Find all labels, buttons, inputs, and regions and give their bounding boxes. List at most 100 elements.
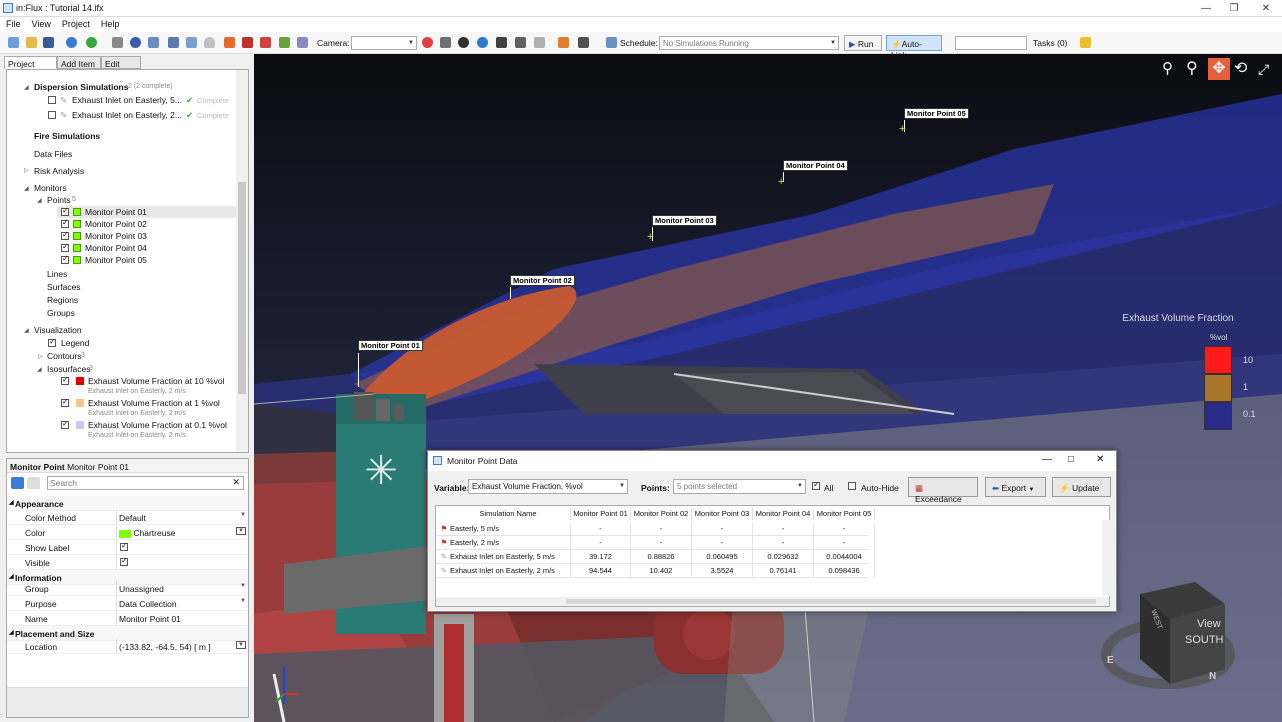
surface-icon[interactable] [168, 37, 179, 48]
fullscreen-icon[interactable]: ⤢ [1258, 60, 1276, 78]
image-icon[interactable] [279, 37, 290, 48]
report-icon[interactable] [260, 37, 271, 48]
tree-lines[interactable]: Lines [47, 269, 67, 280]
table-row[interactable]: ⚑ Easterly, 5 m/s - - - - - [436, 522, 875, 536]
maximize-button[interactable]: ❐ [1224, 2, 1244, 15]
tree-iso-2[interactable]: Exhaust Volume Fraction at 1 %vol [88, 398, 220, 409]
tab-project-items[interactable]: Project Items [4, 56, 57, 79]
transform-icon[interactable] [558, 37, 569, 48]
rotate-icon[interactable]: ⟲ [1234, 60, 1252, 78]
mp-marker-04[interactable]: + [778, 177, 784, 188]
export-button[interactable]: ⬅ Export ▼ [985, 477, 1046, 497]
geometry-icon[interactable] [112, 37, 123, 48]
search-input[interactable] [48, 477, 228, 488]
col-header-mp04[interactable]: Monitor Point 04 [753, 508, 814, 520]
compass-east[interactable]: E [1107, 655, 1114, 666]
expand-icon[interactable]: ▷ [38, 353, 43, 360]
add-icon[interactable] [86, 37, 97, 48]
cloud-icon[interactable] [204, 37, 215, 48]
tab-add-item[interactable]: Add Item [57, 56, 101, 69]
mp-3-checkbox[interactable] [61, 230, 69, 240]
color-select[interactable]: Chartreuse ▼ [116, 525, 248, 539]
categorized-view-icon[interactable] [11, 477, 24, 489]
orbit-icon[interactable] [458, 37, 469, 48]
expand-icon[interactable]: ▷ [24, 167, 29, 174]
mp-marker-05[interactable]: + [899, 124, 905, 135]
iso-3-checkbox[interactable] [61, 419, 69, 429]
menu-project[interactable]: Project [56, 17, 95, 29]
pencil-icon[interactable] [1080, 37, 1091, 48]
grid-icon[interactable] [496, 37, 507, 48]
col-header-mp05[interactable]: Monitor Point 05 [814, 508, 875, 520]
line-icon[interactable] [148, 37, 159, 48]
tree-data-files[interactable]: Data Files [34, 149, 72, 160]
tree-monitor-point-02[interactable]: Monitor Point 02 [85, 219, 147, 230]
tree-points[interactable]: Points [47, 195, 71, 206]
layers-icon[interactable] [515, 37, 526, 48]
tree-iso-1[interactable]: Exhaust Volume Fraction at 10 %vol [88, 376, 225, 387]
col-header-simulation[interactable]: Simulation Name [446, 508, 571, 520]
new-project-icon[interactable] [8, 37, 19, 48]
color-method-select[interactable]: Default ▼ [116, 510, 248, 524]
col-header-mp03[interactable]: Monitor Point 03 [692, 508, 753, 520]
tree-groups[interactable]: Groups [47, 308, 75, 319]
update-button[interactable]: ⚡ Update [1052, 477, 1111, 497]
purpose-select[interactable]: Data Collection ▼ [116, 596, 248, 610]
zoom-icon[interactable]: ⚲ [1186, 60, 1204, 78]
open-folder-icon[interactable] [26, 37, 37, 48]
tree-dispersion-simulations[interactable]: Dispersion Simulations [34, 82, 128, 93]
tree-contours[interactable]: Contours [47, 351, 82, 362]
fire-icon[interactable] [224, 37, 235, 48]
view-cube-view[interactable]: View [1197, 618, 1221, 630]
mp-label-03[interactable]: Monitor Point 03 [652, 215, 717, 226]
mp-2-checkbox[interactable] [61, 218, 69, 228]
tree-risk-analysis[interactable]: Risk Analysis [34, 166, 84, 177]
mp-5-checkbox[interactable] [61, 254, 69, 264]
box-icon[interactable] [534, 37, 545, 48]
info-icon[interactable] [66, 37, 77, 48]
location-field[interactable]: (-133.82, -64.5, 54) [ m ] ▼ [116, 639, 248, 653]
name-field[interactable]: Monitor Point 01 [116, 611, 248, 625]
tree-regions[interactable]: Regions [47, 295, 78, 306]
menu-file[interactable]: File [0, 17, 26, 29]
auto-hide-checkbox[interactable] [848, 482, 856, 490]
group-select[interactable]: Unassigned ▼ [116, 581, 248, 595]
tree-visualization[interactable]: Visualization [34, 325, 82, 336]
minimize-button[interactable]: — [1196, 2, 1216, 15]
collapse-icon[interactable]: ◢ [24, 84, 29, 91]
tree-monitor-point-04[interactable]: Monitor Point 04 [85, 243, 147, 254]
col-header-mp02[interactable]: Monitor Point 02 [631, 508, 692, 520]
grid-horizontal-scrollbar[interactable] [436, 597, 1109, 606]
mp-label-04[interactable]: Monitor Point 04 [783, 160, 848, 171]
dialog-minimize-button[interactable]: — [1042, 454, 1052, 465]
tree-isosurfaces[interactable]: Isosurfaces [47, 364, 90, 375]
collapse-icon[interactable]: ◢ [37, 197, 42, 204]
dialog-maximize-button[interactable]: □ [1068, 454, 1074, 465]
table-row[interactable]: ✎ Exhaust Inlet on Easterly, 2 m/s 94.54… [436, 564, 875, 578]
sim-2-checkbox[interactable] [48, 111, 56, 119]
film-icon[interactable] [242, 37, 253, 48]
tree-fire-simulations[interactable]: Fire Simulations [34, 131, 100, 142]
tree-legend[interactable]: Legend [61, 338, 89, 349]
tree-surfaces[interactable]: Surfaces [47, 282, 81, 293]
table-row[interactable]: ✎ Exhaust Inlet on Easterly, 5 m/s 39.17… [436, 550, 875, 564]
dialog-close-button[interactable]: ✕ [1096, 454, 1104, 465]
collapse-icon[interactable]: ◢ [24, 185, 29, 192]
target-icon[interactable] [130, 37, 141, 48]
mp-label-05[interactable]: Monitor Point 05 [904, 108, 969, 119]
run-button[interactable]: ▶ Run [844, 35, 882, 51]
mp-label-01[interactable]: Monitor Point 01 [358, 340, 423, 351]
mp-1-checkbox[interactable] [61, 206, 69, 216]
camera-icon[interactable] [440, 37, 451, 48]
points-select[interactable]: 5 points selected ▼ [673, 479, 806, 494]
all-checkbox[interactable] [812, 480, 820, 490]
variable-select[interactable]: Exhaust Volume Fraction, %vol ▼ [468, 479, 628, 494]
tree-monitor-point-01[interactable]: Monitor Point 01 [85, 207, 147, 218]
iso-1-checkbox[interactable] [61, 375, 69, 385]
compass-north[interactable]: N [1209, 671, 1216, 682]
mp-marker-03[interactable]: + [647, 232, 653, 243]
camera-select[interactable]: ▼ [351, 36, 417, 50]
clear-search-icon[interactable]: ✕ [232, 477, 240, 488]
scrollbar-thumb[interactable] [566, 599, 1096, 604]
cursor-icon[interactable] [578, 37, 589, 48]
